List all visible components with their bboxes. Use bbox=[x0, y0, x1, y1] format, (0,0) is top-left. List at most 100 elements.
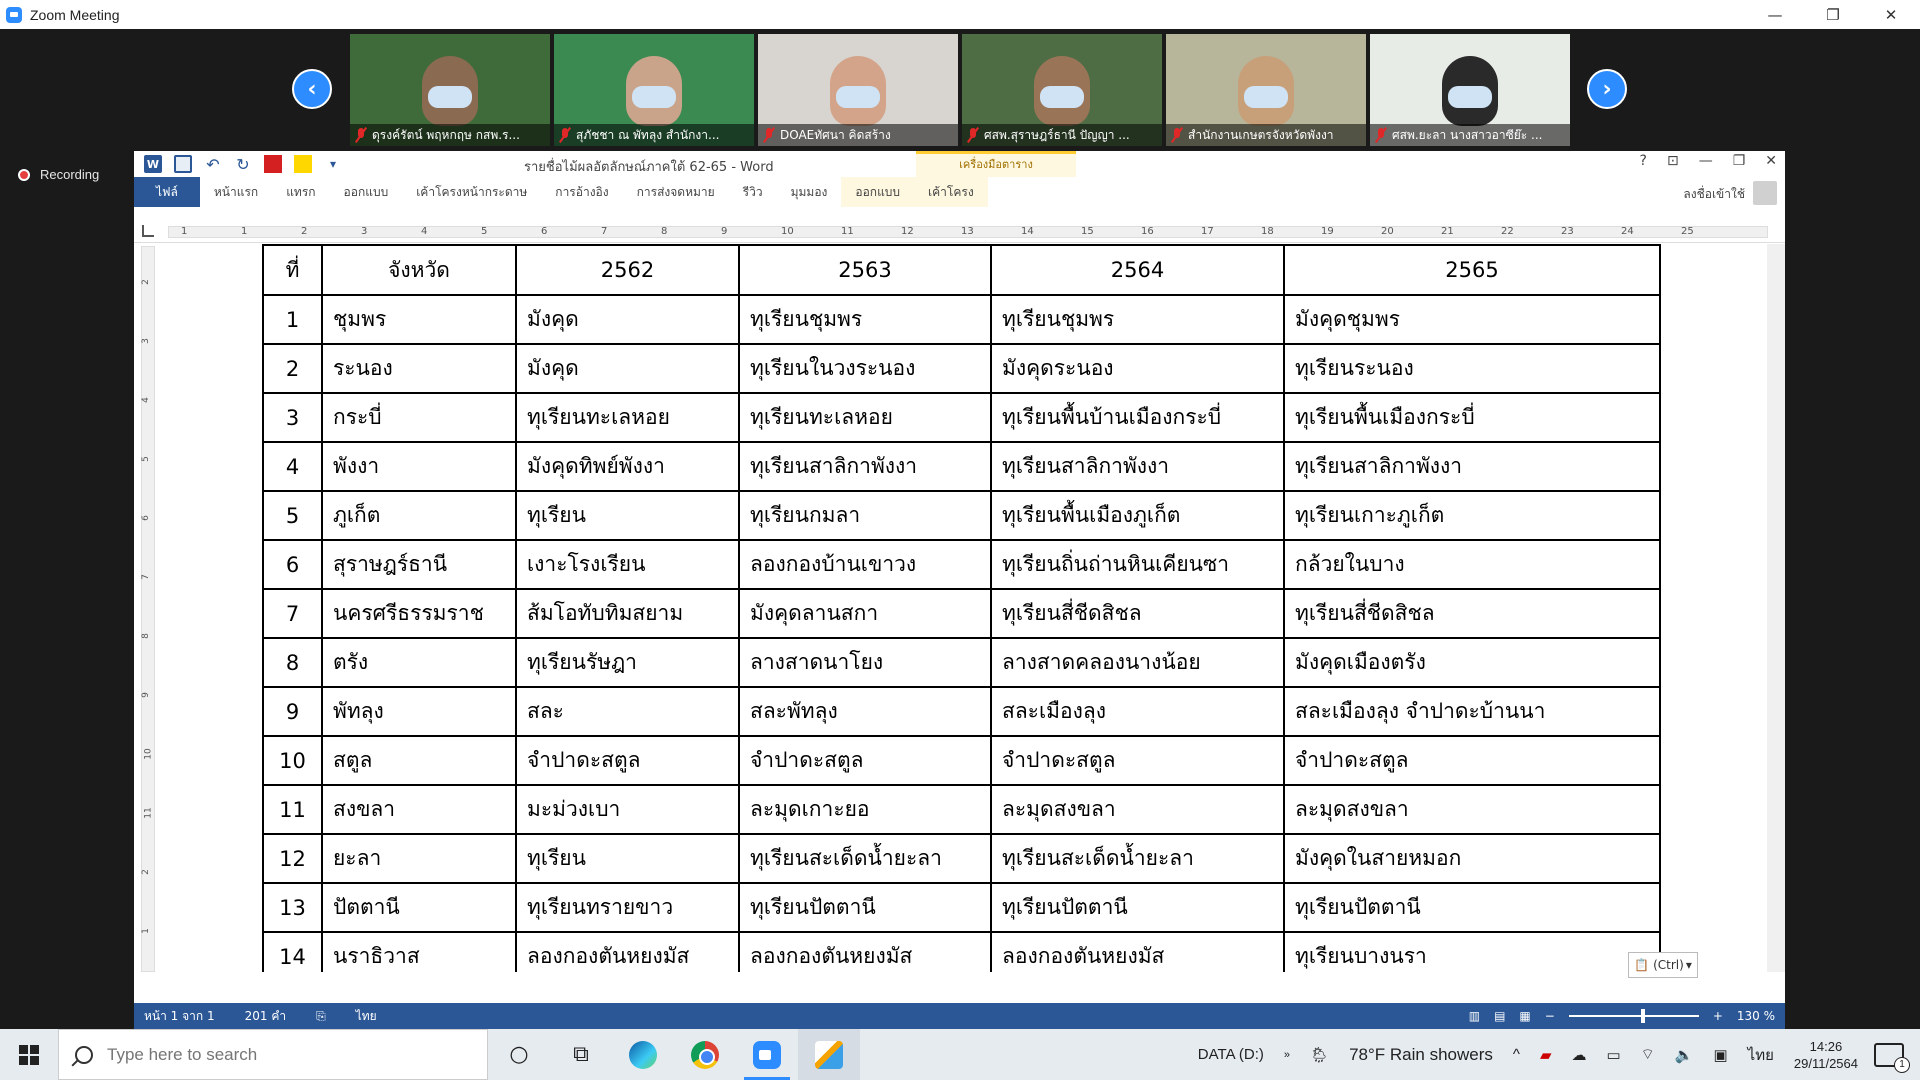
table-cell[interactable]: ทุเรียนทรายขาว bbox=[515, 882, 740, 933]
table-cell[interactable]: ภูเก็ต bbox=[321, 490, 517, 541]
zoom-in-button[interactable]: + bbox=[1713, 1009, 1723, 1023]
zoom-out-button[interactable]: − bbox=[1545, 1009, 1555, 1023]
table-cell[interactable]: เงาะโรงเรียน bbox=[515, 539, 740, 590]
ribbon-tab[interactable]: ไฟล์ bbox=[134, 177, 200, 207]
table-cell[interactable]: 8 bbox=[262, 637, 323, 688]
paste-options-button[interactable]: 📋 (Ctrl) ▾ bbox=[1628, 952, 1698, 978]
next-page-button[interactable]: › bbox=[1587, 69, 1627, 109]
zoom-slider[interactable] bbox=[1568, 1009, 1699, 1023]
table-cell[interactable]: สละเมืองลุง bbox=[990, 686, 1285, 737]
table-cell[interactable]: ทุเรียนสาลิกาพังงา bbox=[990, 441, 1285, 492]
volume-icon[interactable]: 🔈 bbox=[1675, 1046, 1694, 1064]
vertical-scrollbar[interactable] bbox=[1767, 244, 1785, 972]
table-cell[interactable]: ทุเรียนชุมพร bbox=[990, 294, 1285, 345]
table-cell[interactable]: ลองกองตันหยงมัส bbox=[990, 931, 1285, 972]
wifi-icon[interactable]: ⌔ bbox=[1641, 1045, 1655, 1064]
table-cell[interactable]: สละเมืองลุง จำปาดะบ้านนา bbox=[1283, 686, 1661, 737]
table-cell[interactable]: 4 bbox=[262, 441, 323, 492]
table-cell[interactable]: 13 bbox=[262, 882, 323, 933]
table-cell[interactable]: มังคุดทิพย์พังงา bbox=[515, 441, 740, 492]
task-view-icon[interactable]: ⧉ bbox=[550, 1029, 612, 1080]
header-2562[interactable]: 2562 bbox=[515, 244, 740, 296]
table-cell[interactable]: มังคุดชุมพร bbox=[1283, 294, 1661, 345]
previous-page-button[interactable]: ‹ bbox=[292, 69, 332, 109]
table-cell[interactable]: ทุเรียนรัษฎา bbox=[515, 637, 740, 688]
table-cell[interactable]: ทุเรียน bbox=[515, 833, 740, 884]
help-icon[interactable]: ? bbox=[1640, 153, 1647, 169]
table-cell[interactable]: มะม่วงเบา bbox=[515, 784, 740, 835]
table-cell[interactable]: ทุเรียนพื้นเมืองภูเก็ต bbox=[990, 490, 1285, 541]
table-cell[interactable]: ตรัง bbox=[321, 637, 517, 688]
customize-toolbar-icon[interactable]: ▾ bbox=[324, 155, 342, 173]
table-cell[interactable]: 7 bbox=[262, 588, 323, 639]
header-2565[interactable]: 2565 bbox=[1283, 244, 1661, 296]
paint-app-icon[interactable] bbox=[798, 1029, 860, 1080]
print-layout-icon[interactable]: ▤ bbox=[1494, 1009, 1505, 1023]
vertical-ruler[interactable]: 2 3 4 5 6 7 8 9 10 11 2 1 bbox=[141, 246, 155, 972]
ribbon-tab[interactable]: หน้าแรก bbox=[200, 177, 272, 207]
highlight-yellow-icon[interactable] bbox=[294, 155, 312, 173]
table-cell[interactable]: ละมุดสงขลา bbox=[1283, 784, 1661, 835]
table-cell[interactable]: ทุเรียนระนอง bbox=[1283, 343, 1661, 394]
table-cell[interactable]: กระบี่ bbox=[321, 392, 517, 443]
table-cell[interactable]: ทุเรียนสะเด็ดน้ำยะลา bbox=[738, 833, 992, 884]
table-cell[interactable]: ทุเรียนถิ่นถ่านหินเคียนซา bbox=[990, 539, 1285, 590]
highlight-red-icon[interactable] bbox=[264, 155, 282, 173]
ribbon-tab[interactable]: เค้าโครงหน้ากระดาษ bbox=[402, 177, 541, 207]
notification-center-icon[interactable]: 1 bbox=[1874, 1042, 1910, 1073]
table-cell[interactable]: มังคุด bbox=[515, 343, 740, 394]
table-cell[interactable]: สุราษฎร์ธานี bbox=[321, 539, 517, 590]
ribbon-tab[interactable]: แทรก bbox=[272, 177, 329, 207]
table-cell[interactable]: ทุเรียนชุมพร bbox=[738, 294, 992, 345]
read-mode-icon[interactable]: ▥ bbox=[1469, 1009, 1480, 1023]
table-cell[interactable]: จำปาดะสตูล bbox=[990, 735, 1285, 786]
zoom-level[interactable]: 130 % bbox=[1737, 1009, 1775, 1023]
table-cell[interactable]: นครศรีธรรมราช bbox=[321, 588, 517, 639]
table-cell[interactable]: พังงา bbox=[321, 441, 517, 492]
table-cell[interactable]: ละมุดเกาะยอ bbox=[738, 784, 992, 835]
table-cell[interactable]: ทุเรียนปัตตานี bbox=[1283, 882, 1661, 933]
undo-icon[interactable]: ↶ bbox=[204, 155, 222, 174]
ribbon-display-icon[interactable]: ⊡ bbox=[1667, 153, 1679, 169]
table-cell[interactable]: ลางสาดนาโยง bbox=[738, 637, 992, 688]
input-language[interactable]: ไทย bbox=[1748, 1043, 1774, 1067]
page-count[interactable]: หน้า 1 จาก 1 bbox=[144, 1007, 215, 1026]
table-cell[interactable]: ทุเรียนกมลา bbox=[738, 490, 992, 541]
participant-tile[interactable]: ศสพ.ยะลา นางสาวอาซีย๊ะ ... bbox=[1370, 34, 1570, 146]
table-cell[interactable]: ลองกองบ้านเขาวง bbox=[738, 539, 992, 590]
header-no[interactable]: ที่ bbox=[262, 244, 323, 296]
ribbon-tab[interactable]: การอ้างอิง bbox=[541, 177, 622, 207]
table-cell[interactable]: สละพัทลุง bbox=[738, 686, 992, 737]
table-cell[interactable]: สงขลา bbox=[321, 784, 517, 835]
word-close-icon[interactable]: ✕ bbox=[1765, 153, 1777, 169]
word-restore-icon[interactable]: ❐ bbox=[1733, 153, 1746, 169]
tab-selector-icon[interactable] bbox=[142, 225, 154, 237]
display-icon[interactable]: ▣ bbox=[1713, 1046, 1727, 1064]
table-cell[interactable]: 3 bbox=[262, 392, 323, 443]
table-cell[interactable]: จำปาดะสตูล bbox=[1283, 735, 1661, 786]
ribbon-tab[interactable]: มุมมอง bbox=[777, 177, 842, 207]
table-cell[interactable]: ทุเรียนปัตตานี bbox=[990, 882, 1285, 933]
pdf-tray-icon[interactable]: ▰ bbox=[1540, 1046, 1552, 1064]
table-cell[interactable]: ทุเรียนสะเด็ดน้ำยะลา bbox=[990, 833, 1285, 884]
table-cell[interactable]: มังคุดระนอง bbox=[990, 343, 1285, 394]
close-icon[interactable]: ✕ bbox=[1862, 0, 1920, 29]
table-cell[interactable]: ส้มโอทับทิมสยาม bbox=[515, 588, 740, 639]
restore-icon[interactable]: ❐ bbox=[1804, 0, 1862, 29]
table-cell[interactable]: จำปาดะสตูล bbox=[738, 735, 992, 786]
participant-tile[interactable]: ดุรงค์รัตน์ พฤหกฤษ กสพ.ร... bbox=[350, 34, 550, 146]
header-2564[interactable]: 2564 bbox=[990, 244, 1285, 296]
table-cell[interactable]: สตูล bbox=[321, 735, 517, 786]
table-cell[interactable]: นราธิวาส bbox=[321, 931, 517, 972]
table-cell[interactable]: มังคุด bbox=[515, 294, 740, 345]
participant-tile[interactable]: สำนักงานเกษตรจังหวัดพังงา bbox=[1166, 34, 1366, 146]
table-cell[interactable]: กล้วยในบาง bbox=[1283, 539, 1661, 590]
table-cell[interactable]: ทุเรียนปัตตานี bbox=[738, 882, 992, 933]
battery-icon[interactable]: ▭ bbox=[1606, 1046, 1620, 1064]
participant-tile[interactable]: สุภัชชา ณ พัทลุง สำนักงา... bbox=[554, 34, 754, 146]
table-cell[interactable]: ลองกองตันหยงมัส bbox=[738, 931, 992, 972]
account-avatar-icon[interactable] bbox=[1753, 181, 1777, 205]
table-cell[interactable]: 10 bbox=[262, 735, 323, 786]
table-cell[interactable]: สละ bbox=[515, 686, 740, 737]
minimize-icon[interactable]: — bbox=[1746, 0, 1804, 29]
